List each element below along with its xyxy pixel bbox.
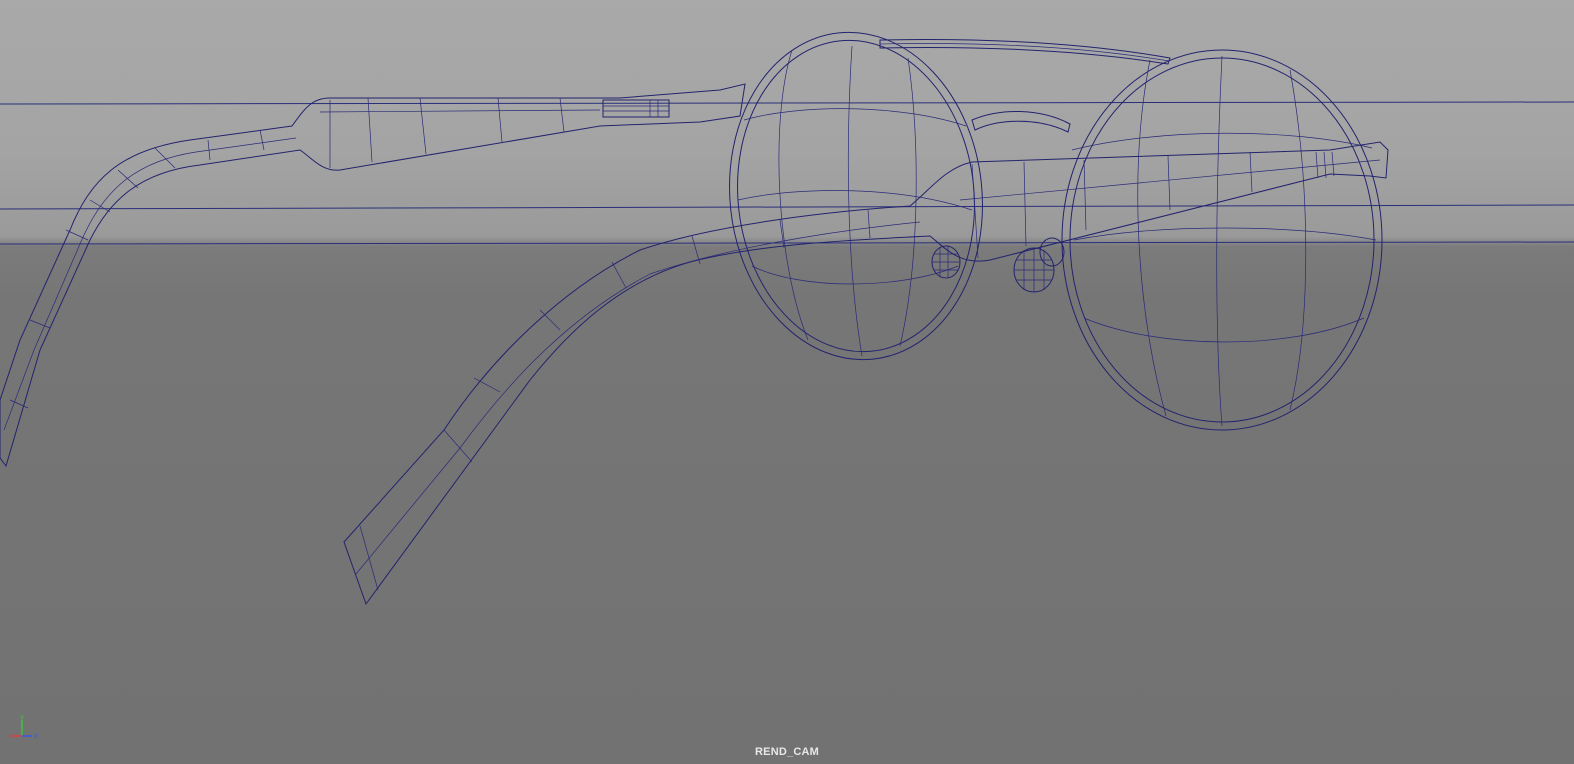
camera-name-label: REND_CAM	[755, 746, 819, 758]
x-axis-label: x	[9, 732, 13, 740]
nose-bridge[interactable]	[971, 110, 1071, 133]
top-bridge-bar[interactable]	[879, 39, 1171, 65]
hinge-far[interactable]	[602, 99, 670, 118]
axis-gizmo: y x z	[9, 713, 38, 740]
grid-line	[0, 101, 1574, 105]
grid-line	[0, 204, 1574, 210]
temple-arm-far[interactable]	[0, 83, 746, 468]
lens-right[interactable]	[1061, 49, 1383, 431]
z-axis-label: z	[34, 732, 38, 740]
glasses-model[interactable]	[0, 20, 1389, 606]
lens-left[interactable]	[714, 20, 999, 373]
nose-pad-left[interactable]	[931, 245, 961, 279]
temple-arm-near[interactable]	[343, 141, 1389, 606]
horizon-line	[0, 241, 1574, 245]
scene-canvas[interactable]	[0, 0, 1574, 764]
y-axis-label: y	[20, 713, 24, 721]
nose-pad-right[interactable]	[1013, 237, 1065, 293]
maya-viewport[interactable]: y x z REND_CAM	[0, 0, 1574, 764]
